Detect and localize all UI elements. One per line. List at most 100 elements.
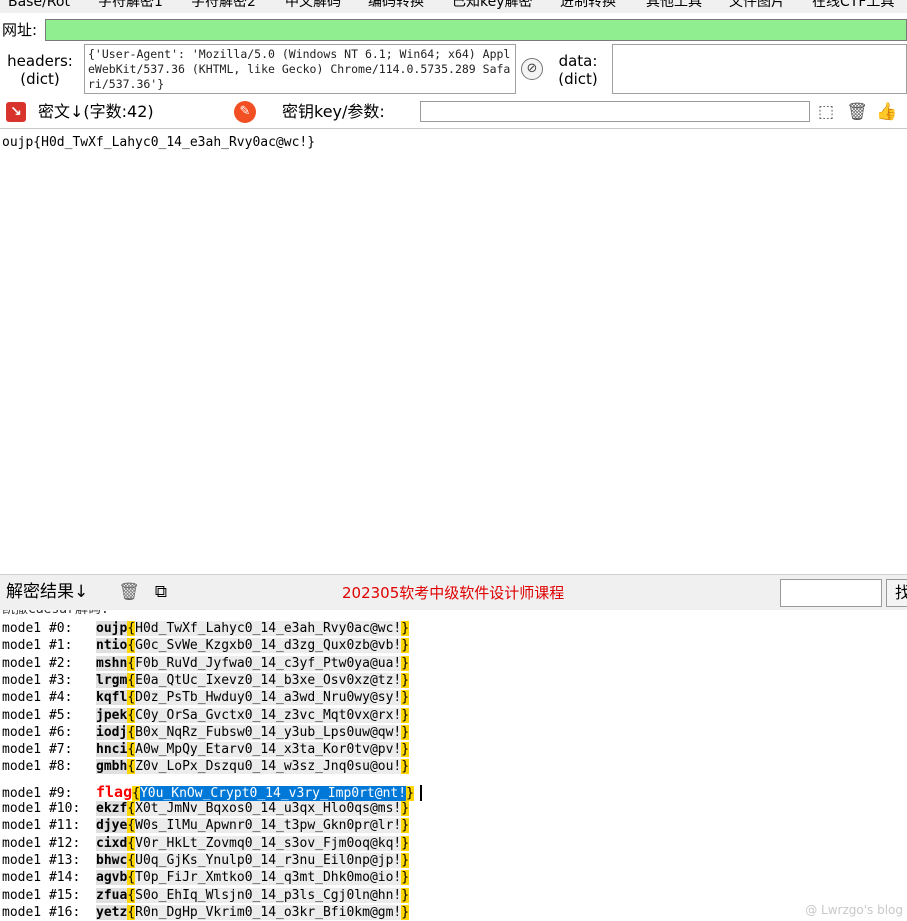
row-body: A0w_MpQy_Etarv0_14_x3ta_Kor0tv@pv! — [135, 742, 402, 758]
row-body: C0y_OrSa_Gvctx0_14_z3vc_Mqt0vx@rx! — [135, 707, 402, 723]
open-brace: { — [127, 690, 136, 706]
find-button[interactable]: 找 — [886, 579, 907, 607]
menu-item[interactable]: 字符解密2 — [191, 0, 256, 11]
result-row: mode1 #11: djye{W0s_IlMu_Apwnr0_14_t3pw_G… — [2, 817, 410, 834]
result-row: mode1 #10: ekzf{X0t_JmNv_Bqxos0_14_u3qx_H… — [2, 800, 410, 817]
row-prefix: agvb — [96, 870, 128, 886]
menu-item[interactable]: 在线CTF工具 — [812, 0, 894, 11]
open-brace: { — [127, 818, 136, 834]
row-prefix: djye — [96, 818, 128, 834]
row-body: H0d_TwXf_Lahyc0_14_e3ah_Rvy0ac@wc! — [135, 621, 402, 636]
trash-icon[interactable]: 🗑 — [846, 101, 868, 123]
row-prefix: yetz — [96, 904, 128, 920]
row-mode: mode1 #7: — [2, 742, 73, 758]
open-brace: { — [127, 655, 136, 671]
menu-item[interactable]: 中文解码 — [285, 0, 341, 11]
find-input[interactable] — [780, 579, 882, 607]
copy-icon[interactable]: ⧉ — [150, 581, 172, 603]
open-brace: { — [127, 724, 136, 740]
key-label: 密钥key/参数: — [282, 102, 385, 121]
menu-item[interactable]: 进制转换 — [560, 0, 616, 11]
thumbs-up-icon[interactable]: 👍 — [876, 101, 898, 123]
open-brace: { — [127, 835, 136, 851]
row-prefix: bhwc — [96, 852, 128, 868]
watermark: @ Lwrzgo's blog — [805, 903, 903, 917]
close-brace: } — [401, 904, 410, 920]
menu-item[interactable]: 编码转换 — [368, 0, 424, 11]
row-body: U0q_GjKs_Ynulp0_14_r3nu_Eil0np@jp! — [135, 852, 402, 868]
close-brace: } — [401, 707, 410, 723]
row-prefix: hnci — [96, 742, 128, 758]
row-mode: mode1 #8: — [2, 759, 73, 775]
result-row: mode1 #2: mshn{F0b_RuVd_Jyfwa0_14_c3yf_Pt… — [2, 655, 410, 672]
menu-item[interactable]: 字符解密1 — [98, 0, 163, 11]
row-mode: mode1 #4: — [2, 690, 73, 706]
row-prefix: mshn — [96, 655, 128, 671]
row-mode: mode1 #0: — [2, 621, 73, 636]
open-brace: { — [127, 801, 136, 816]
row-body: W0s_IlMu_Apwnr0_14_t3pw_Gkn0pr@lr! — [135, 818, 402, 834]
row-mode: mode1 #5: — [2, 707, 73, 723]
results-area[interactable]: 凯撒Caesar解码: mode1 #0:oujp{H0d_TwXf_Lahyc… — [0, 610, 907, 921]
cipher-label: 密文↓(字数:42) — [38, 102, 154, 121]
open-brace: { — [127, 870, 136, 886]
result-row: mode1 #5: jpek{C0y_OrSa_Gvctx0_14_z3vc_Mq… — [2, 707, 410, 724]
row-body: E0a_QtUc_Ixevz0_14_b3xe_Osv0xz@tz! — [135, 672, 402, 688]
menu-item[interactable]: 文件图片 — [729, 0, 785, 11]
row-mode: mode1 #12: — [2, 835, 81, 851]
result-row: mode1 #3: lrgm{E0a_QtUc_Ixevz0_14_b3xe_Os… — [2, 672, 410, 689]
menu-item[interactable]: 已知key解密 — [452, 0, 533, 11]
cipher-toolbar: ↘ 密文↓(字数:42) ✎ 密钥key/参数: ⬚ 🗑 👍 — [0, 98, 907, 126]
row-mode: mode1 #13: — [2, 852, 81, 868]
open-brace: { — [127, 759, 136, 775]
close-brace: } — [401, 690, 410, 706]
key-input[interactable] — [420, 101, 810, 122]
clear-result-icon[interactable]: 🗑 — [118, 581, 140, 603]
open-brace: { — [127, 621, 136, 636]
row-prefix: ekzf — [96, 801, 128, 816]
result-row: mode1 #7: hnci{A0w_MpQy_Etarv0_14_x3ta_Ko… — [2, 741, 410, 758]
row-prefix: jpek — [96, 707, 128, 723]
data-input[interactable] — [612, 44, 907, 94]
open-brace: { — [127, 672, 136, 688]
url-input[interactable] — [45, 19, 907, 41]
text-caret — [419, 785, 422, 802]
result-row: mode1 #12: cixd{V0r_HkLt_Zovmq0_14_s3ov_F… — [2, 835, 410, 852]
results-heading: 凯撒Caesar解码: — [2, 610, 109, 618]
close-brace: } — [401, 742, 410, 758]
headers-input[interactable]: {'User-Agent': 'Mozilla/5.0 (Windows NT … — [84, 44, 516, 94]
open-brace: { — [127, 887, 136, 903]
menu-item[interactable]: 其他工具 — [646, 0, 702, 11]
close-brace: } — [401, 801, 410, 816]
clear-headers-icon[interactable]: ⊘ — [521, 58, 543, 80]
paste-icon[interactable]: ↘ — [6, 102, 26, 122]
row-body: S0o_EhIq_Wlsjn0_14_p3ls_Cgj0ln@hn! — [135, 887, 402, 903]
open-brace: { — [127, 742, 136, 758]
close-brace: } — [401, 638, 410, 654]
result-toolbar: 解密结果↓ 🗑 ⧉ 202305软考中级软件设计师课程 找 — [0, 574, 907, 610]
row-prefix: oujp — [96, 621, 128, 636]
edit-icon[interactable]: ✎ — [234, 101, 256, 123]
menu-bar: Base/Rot 字符解密1 字符解密2 中文解码 编码转换 已知key解密 进制转换 其他工… — [0, 0, 907, 13]
row-body: X0t_JmNv_Bqxos0_14_u3qx_Hlo0qs@ms! — [135, 801, 402, 816]
row-mode: mode1 #10: — [2, 801, 81, 816]
course-link[interactable]: 202305软考中级软件设计师课程 — [342, 583, 564, 603]
menu-item[interactable]: Base/Rot — [8, 0, 70, 11]
headers-label: headers: (dict) — [7, 52, 73, 88]
row-mode: mode1 #6: — [2, 724, 73, 740]
close-brace: } — [401, 724, 410, 740]
url-label: 网址: — [2, 21, 38, 39]
row-mode: mode1 #3: — [2, 672, 73, 688]
close-brace: } — [401, 852, 410, 868]
row-mode: mode1 #15: — [2, 887, 81, 903]
row-prefix: flag — [96, 782, 133, 801]
select-icon[interactable]: ⬚ — [815, 101, 837, 123]
ciphertext-area[interactable]: oujp{H0d_TwXf_Lahyc0_14_e3ah_Rvy0ac@wc!} — [0, 128, 907, 574]
data-label: data: (dict) — [558, 52, 598, 88]
result-row: mode1 #4: kqfl{D0z_PsTb_Hwduy0_14_a3wd_Nr… — [2, 689, 410, 706]
row-body: Z0v_LoPx_Dszqu0_14_w3sz_Jnq0su@ou! — [135, 759, 402, 775]
result-row: mode1 #13: bhwc{U0q_GjKs_Ynulp0_14_r3nu_E… — [2, 852, 410, 869]
close-brace: } — [401, 887, 410, 903]
open-brace: { — [127, 707, 136, 723]
close-brace: } — [401, 835, 410, 851]
